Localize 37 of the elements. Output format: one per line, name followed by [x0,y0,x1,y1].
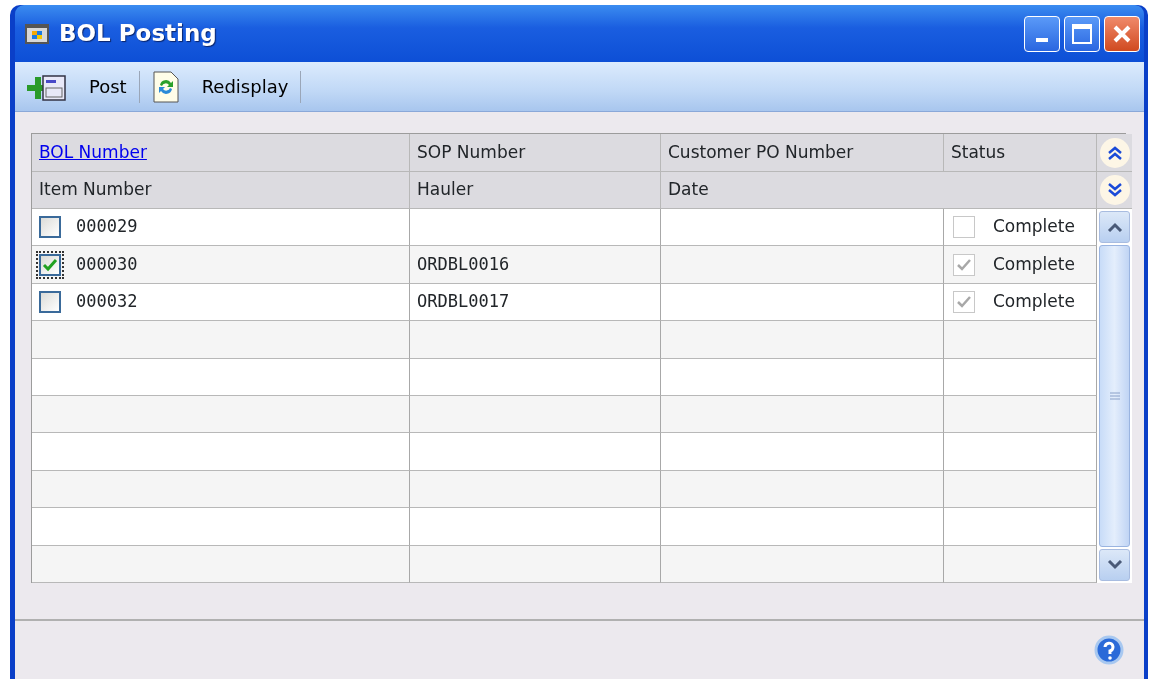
chevron-down-icon [1106,559,1123,570]
minimize-button[interactable] [1024,15,1060,52]
window-icon [25,23,49,44]
maximize-icon [1071,22,1093,45]
column-header: Date [661,172,1097,209]
expand-rows-button[interactable] [1099,175,1130,205]
column-header: Status [944,134,1097,172]
check-icon [42,256,58,273]
column-header: Item Number [32,172,410,209]
row-checkbox[interactable] [36,250,64,279]
redisplay-button[interactable]: Redisplay [145,70,295,103]
scroll-down-button[interactable] [1099,548,1130,581]
post-button[interactable]: Post [19,71,133,102]
minimize-icon [1036,37,1048,42]
scroll-thumb[interactable] [1099,245,1130,547]
item-number: 000030 [76,252,138,276]
double-chevron-down-icon [1106,182,1123,198]
chevron-up-icon [1106,222,1123,232]
maximize-button[interactable] [1064,15,1100,52]
scrollbar[interactable] [1097,209,1132,583]
help-icon[interactable] [1094,635,1124,665]
status-text: Complete [993,252,1075,276]
column-header: SOP Number [410,134,661,172]
refresh-icon [151,70,180,103]
window-title: BOL Posting [59,19,218,49]
item-number: 000032 [76,290,138,314]
column-header: Customer PO Number [661,134,944,172]
grip-icon [1109,390,1120,401]
item-number: 000029 [76,215,138,239]
column-header: Hauler [410,172,661,209]
table-cell: ORDBL0016 [410,246,661,284]
double-chevron-up-icon [1106,144,1123,161]
collapse-rows-button[interactable] [1099,137,1130,168]
status-text: Complete [993,215,1075,239]
close-button[interactable] [1104,15,1140,52]
scroll-up-button[interactable] [1099,211,1130,243]
status-text: Complete [993,290,1075,314]
